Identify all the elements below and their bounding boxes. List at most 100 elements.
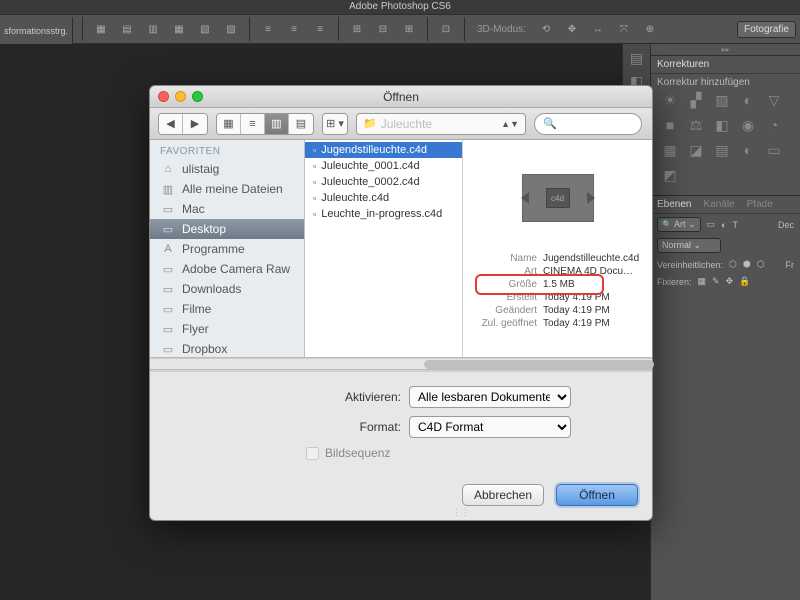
sidebar-item[interactable]: ▥Alle meine Dateien bbox=[150, 179, 304, 199]
filter-icon[interactable]: T bbox=[733, 220, 739, 230]
vibrance-icon[interactable]: ▽ bbox=[765, 92, 783, 109]
histogram-icon[interactable]: ▤ bbox=[630, 50, 643, 67]
align-icon[interactable]: ≡ bbox=[258, 19, 278, 39]
arrange-button[interactable]: ⊞ ▾ bbox=[323, 114, 347, 134]
unify-label: Vereinheitlichen: bbox=[657, 260, 723, 270]
format-label: Format: bbox=[231, 420, 401, 434]
levels-icon[interactable]: ▞ bbox=[687, 92, 705, 109]
zoom-icon[interactable] bbox=[192, 91, 203, 102]
align-icon[interactable]: ⊡ bbox=[436, 19, 456, 39]
mixer-icon[interactable]: ◔ bbox=[765, 117, 783, 134]
exposure-icon[interactable]: ◐ bbox=[739, 92, 757, 109]
search-field[interactable] bbox=[561, 118, 633, 130]
sequence-checkbox bbox=[306, 447, 319, 460]
tab-kanale[interactable]: Kanäle bbox=[703, 199, 734, 210]
file-row[interactable]: ▫Jugendstilleuchte.c4d bbox=[305, 142, 462, 158]
korrekturen-panel-head: Korrekturen bbox=[651, 56, 800, 74]
align-icon[interactable]: ▨ bbox=[221, 19, 241, 39]
selective-icon[interactable]: ◩ bbox=[661, 167, 679, 184]
align-icon[interactable]: ▦ bbox=[91, 19, 111, 39]
hue-icon[interactable]: ■ bbox=[661, 117, 679, 134]
scale-icon[interactable]: ⤧ bbox=[614, 19, 634, 39]
sidebar-item[interactable]: ▭Mac bbox=[150, 199, 304, 219]
file-row[interactable]: ▫Juleuchte_0002.c4d bbox=[305, 174, 462, 190]
curves-icon[interactable]: ▨ bbox=[713, 92, 731, 109]
sidebar-item[interactable]: ⌂ulistaig bbox=[150, 159, 304, 179]
file-row[interactable]: ▫Juleuchte_0001.c4d bbox=[305, 158, 462, 174]
search-input[interactable]: 🔍 bbox=[534, 113, 642, 135]
align-icon[interactable]: ⊞ bbox=[399, 19, 419, 39]
workspace-button[interactable]: Fotografie bbox=[737, 21, 796, 38]
lock-icon[interactable]: ✎ bbox=[712, 276, 720, 287]
dialog-footer: Abbrechen Öffnen bbox=[150, 474, 652, 520]
sidebar-item[interactable]: ▭Filme bbox=[150, 299, 304, 319]
posterize-icon[interactable]: ▤ bbox=[713, 142, 731, 159]
bw-icon[interactable]: ◧ bbox=[713, 117, 731, 134]
align-icon[interactable]: ≡ bbox=[310, 19, 330, 39]
tab-pfade[interactable]: Pfade bbox=[747, 199, 773, 210]
file-row[interactable]: ▫Juleuchte.c4d bbox=[305, 190, 462, 206]
column-view-button[interactable]: ▥ bbox=[265, 114, 289, 134]
sidebar-item-label: Filme bbox=[182, 302, 211, 316]
lock-icon[interactable]: ✥ bbox=[726, 276, 734, 287]
file-row[interactable]: ▫Leuchte_in-progress.c4d bbox=[305, 206, 462, 222]
unify-icon[interactable]: ⬡ bbox=[757, 259, 765, 270]
collapse-handle[interactable]: ▸▸ bbox=[651, 44, 800, 56]
brightness-icon[interactable]: ☀ bbox=[661, 92, 679, 109]
activate-label: Aktivieren: bbox=[231, 390, 401, 404]
hscrollbar[interactable] bbox=[150, 358, 652, 370]
tab-korrekturen[interactable]: Korrekturen bbox=[657, 59, 709, 70]
close-icon[interactable] bbox=[158, 91, 169, 102]
invert-icon[interactable]: ◪ bbox=[687, 142, 705, 159]
sidebar-item-icon: ▭ bbox=[160, 223, 176, 236]
unify-icon[interactable]: ⬡ bbox=[729, 259, 737, 270]
tab-ebenen[interactable]: Ebenen bbox=[657, 199, 691, 210]
sidebar-item[interactable]: ▭Desktop bbox=[150, 219, 304, 239]
align-icon[interactable]: ⊞ bbox=[347, 19, 367, 39]
threshold-icon[interactable]: ◐ bbox=[739, 142, 757, 159]
unify-icon[interactable]: ⬢ bbox=[743, 259, 751, 270]
align-icon[interactable]: ▤ bbox=[117, 19, 137, 39]
photo-filter-icon[interactable]: ◉ bbox=[739, 117, 757, 134]
lookup-icon[interactable]: ▦ bbox=[661, 142, 679, 159]
coverflow-view-button[interactable]: ▤ bbox=[289, 114, 313, 134]
balance-icon[interactable]: ⚖ bbox=[687, 117, 705, 134]
filter-icon[interactable]: ▭ bbox=[707, 219, 716, 230]
pan-icon[interactable]: ✥ bbox=[562, 19, 582, 39]
orbit-icon[interactable]: ⟲ bbox=[536, 19, 556, 39]
sidebar-item[interactable]: AProgramme bbox=[150, 239, 304, 259]
list-view-button[interactable]: ≡ bbox=[241, 114, 265, 134]
sidebar-item[interactable]: ▭Adobe Camera Raw bbox=[150, 259, 304, 279]
path-selector[interactable]: 📁 Juleuchte ▲▼ bbox=[356, 113, 526, 135]
gradient-map-icon[interactable]: ▭ bbox=[765, 142, 783, 159]
dialog-titlebar: Öffnen bbox=[150, 86, 652, 108]
open-dialog: Öffnen ◀ ▶ ▦ ≡ ▥ ▤ ⊞ ▾ 📁 Juleuchte ▲▼ 🔍 … bbox=[149, 85, 653, 521]
align-icon[interactable]: ≡ bbox=[284, 19, 304, 39]
format-select[interactable]: C4D Format bbox=[409, 416, 571, 438]
move-icon[interactable]: ↔ bbox=[588, 19, 608, 39]
sidebar-item[interactable]: ▭Downloads bbox=[150, 279, 304, 299]
filter-icon[interactable]: ◐ bbox=[721, 220, 726, 230]
sidebar-item[interactable]: ▭Flyer bbox=[150, 319, 304, 339]
dialog-toolbar: ◀ ▶ ▦ ≡ ▥ ▤ ⊞ ▾ 📁 Juleuchte ▲▼ 🔍 bbox=[150, 108, 652, 140]
align-icon[interactable]: ⊟ bbox=[373, 19, 393, 39]
align-icon[interactable]: ▧ bbox=[195, 19, 215, 39]
lock-icon[interactable]: 🔒 bbox=[739, 276, 750, 287]
align-icon[interactable]: ▥ bbox=[143, 19, 163, 39]
cancel-button[interactable]: Abbrechen bbox=[462, 484, 544, 506]
filter-type-select[interactable]: 🔍 Art ⌄ bbox=[657, 217, 701, 232]
adjustments-grid: ☀ ▞ ▨ ◐ ▽ ■ ⚖ ◧ ◉ ◔ ▦ ◪ ▤ ◐ ▭ ◩ bbox=[657, 88, 794, 188]
align-icon[interactable]: ▦ bbox=[169, 19, 189, 39]
minimize-icon[interactable] bbox=[175, 91, 186, 102]
open-button[interactable]: Öffnen bbox=[556, 484, 638, 506]
forward-button[interactable]: ▶ bbox=[183, 114, 207, 134]
blend-mode-select[interactable]: Normal ⌄ bbox=[657, 238, 721, 253]
meta-value: Jugendstilleuchte.c4d bbox=[543, 253, 642, 264]
sidebar-item[interactable]: ▭Dropbox bbox=[150, 339, 304, 358]
icon-view-button[interactable]: ▦ bbox=[217, 114, 241, 134]
activate-select[interactable]: Alle lesbaren Dokumente bbox=[409, 386, 571, 408]
meta-value: 1.5 MB bbox=[543, 279, 642, 290]
back-button[interactable]: ◀ bbox=[159, 114, 183, 134]
lock-icon[interactable]: ▦ bbox=[698, 276, 707, 287]
rotate-icon[interactable]: ⊕ bbox=[640, 19, 660, 39]
